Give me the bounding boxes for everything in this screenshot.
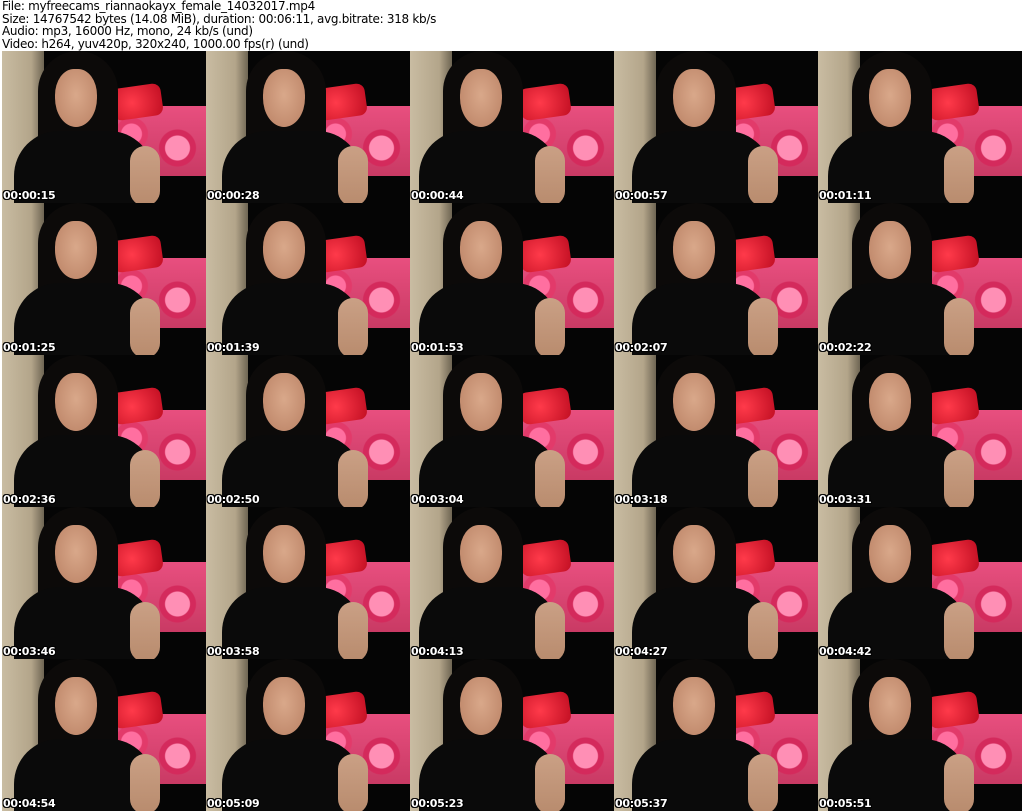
timestamp: 00:05:09 [207,797,260,810]
person [818,355,1020,507]
video-thumbnail: 00:00:57 [614,51,818,203]
video-thumbnail: 00:01:39 [206,203,410,355]
video-thumbnail: 00:00:15 [2,51,206,203]
video-thumbnail: 00:05:23 [410,659,614,811]
person [620,507,818,659]
timestamp: 00:01:11 [819,189,872,202]
timestamp: 00:04:54 [3,797,56,810]
timestamp: 00:00:44 [411,189,464,202]
video-thumbnail: 00:02:07 [614,203,818,355]
person [620,203,818,355]
timestamp: 00:02:36 [3,493,56,506]
timestamp: 00:05:23 [411,797,464,810]
person [410,51,611,203]
video-thumbnail: 00:01:25 [2,203,206,355]
audio-info: Audio: mp3, 16000 Hz, mono, 24 kb/s (und… [2,24,253,38]
file-info-header: File: myfreecams_riannaokayx_female_1403… [2,0,436,50]
timestamp: 00:01:53 [411,341,464,354]
person [410,355,611,507]
video-thumbnail: 00:03:58 [206,507,410,659]
timestamp: 00:01:39 [207,341,260,354]
person [2,355,206,507]
video-thumbnail: 00:04:13 [410,507,614,659]
video-thumbnail: 00:00:44 [410,51,614,203]
person [2,659,206,811]
file-name: File: myfreecams_riannaokayx_female_1403… [2,0,315,13]
timestamp: 00:02:07 [615,341,668,354]
timestamp: 00:02:22 [819,341,872,354]
video-thumbnail: 00:05:09 [206,659,410,811]
person [210,355,410,507]
timestamp: 00:02:50 [207,493,260,506]
video-thumbnail: 00:03:46 [2,507,206,659]
timestamp: 00:03:58 [207,645,260,658]
video-thumbnail: 00:05:51 [818,659,1022,811]
video-thumbnail: 00:01:53 [410,203,614,355]
video-thumbnail: 00:03:04 [410,355,614,507]
person [818,203,1020,355]
video-thumbnail: 00:05:37 [614,659,818,811]
person [818,507,1020,659]
person [818,659,1020,811]
person [210,507,410,659]
thumbnail-grid: 00:00:15 00:00:28 00:00:44 00:00:57 00:01:11… [2,51,1022,811]
person [410,507,611,659]
timestamp: 00:03:46 [3,645,56,658]
timestamp: 00:00:28 [207,189,260,202]
video-thumbnail: 00:04:27 [614,507,818,659]
person [2,51,206,203]
timestamp: 00:03:31 [819,493,872,506]
video-thumbnail: 00:00:28 [206,51,410,203]
timestamp: 00:03:04 [411,493,464,506]
video-thumbnail: 00:04:42 [818,507,1022,659]
video-thumbnail: 00:02:36 [2,355,206,507]
video-thumbnail: 00:03:18 [614,355,818,507]
person [2,203,206,355]
person [620,51,818,203]
video-thumbnail: 00:01:11 [818,51,1022,203]
timestamp: 00:01:25 [3,341,56,354]
person [2,507,206,659]
timestamp: 00:04:13 [411,645,464,658]
video-info: Video: h264, yuv420p, 320x240, 1000.00 f… [2,36,309,51]
person [210,659,410,811]
timestamp: 00:00:57 [615,189,668,202]
person [620,355,818,507]
timestamp: 00:03:18 [615,493,668,506]
timestamp: 00:04:27 [615,645,668,658]
person [620,659,818,811]
person [410,203,611,355]
video-thumbnail: 00:04:54 [2,659,206,811]
timestamp: 00:05:51 [819,797,872,810]
video-thumbnail: 00:02:50 [206,355,410,507]
timestamp: 00:04:42 [819,645,872,658]
person [210,203,410,355]
video-thumbnail: 00:03:31 [818,355,1022,507]
person [818,51,1020,203]
timestamp: 00:00:15 [3,189,56,202]
person [210,51,410,203]
video-thumbnail: 00:02:22 [818,203,1022,355]
timestamp: 00:05:37 [615,797,668,810]
person [410,659,611,811]
